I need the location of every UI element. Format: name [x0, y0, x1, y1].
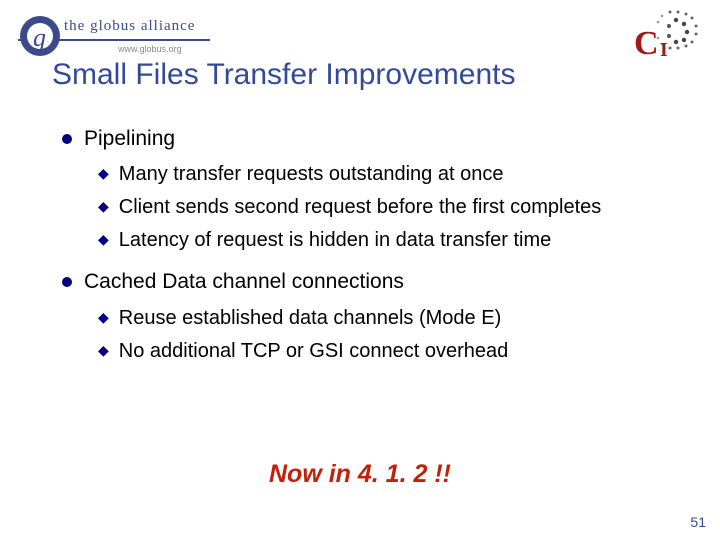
globus-text: the globus alliance: [64, 18, 195, 34]
ci-logo: C I: [632, 6, 706, 67]
callout-text: Now in 4. 1. 2 !!: [0, 460, 720, 489]
sub-bullet-text: Latency of request is hidden in data tra…: [119, 225, 551, 256]
globus-url: www.globus.org: [117, 44, 182, 54]
arrow-icon: ◆: [98, 231, 109, 248]
bullet-label: Pipelining: [84, 125, 175, 153]
sub-bullet: ◆ No additional TCP or GSI connect overh…: [98, 336, 662, 367]
globus-logo-svg: g the globus alliance www.globus.org: [10, 8, 210, 58]
page-number: 51: [690, 514, 706, 530]
sub-bullet-text: No additional TCP or GSI connect overhea…: [119, 336, 509, 367]
globus-logo: g the globus alliance www.globus.org: [10, 8, 210, 63]
bullet-cached: Cached Data channel connections: [62, 268, 662, 296]
bullet-label: Cached Data channel connections: [84, 268, 404, 296]
arrow-icon: ◆: [98, 165, 109, 182]
arrow-icon: ◆: [98, 198, 109, 215]
bullet-pipelining: Pipelining: [62, 125, 662, 153]
bullet-dot-icon: [62, 277, 72, 287]
ci-i-letter: I: [660, 39, 668, 61]
content-body: Pipelining ◆ Many transfer requests outs…: [62, 125, 662, 369]
header: g the globus alliance www.globus.org: [0, 0, 720, 60]
ci-logo-svg: C I: [632, 6, 706, 62]
slide-title: Small Files Transfer Improvements: [52, 58, 515, 92]
arrow-icon: ◆: [98, 309, 109, 326]
slide: g the globus alliance www.globus.org: [0, 0, 720, 540]
sub-bullet: ◆ Many transfer requests outstanding at …: [98, 159, 662, 190]
sub-bullet: ◆ Reuse established data channels (Mode …: [98, 303, 662, 334]
ci-c-letter: C: [634, 25, 659, 62]
sub-bullet-text: Client sends second request before the f…: [119, 192, 601, 223]
sub-bullet: ◆ Latency of request is hidden in data t…: [98, 225, 662, 256]
bullet-dot-icon: [62, 134, 72, 144]
spacer: [62, 258, 662, 268]
globus-g-letter: g: [33, 23, 46, 52]
sub-bullet-text: Reuse established data channels (Mode E): [119, 303, 501, 334]
sub-bullet: ◆ Client sends second request before the…: [98, 192, 662, 223]
sub-bullet-text: Many transfer requests outstanding at on…: [119, 159, 504, 190]
arrow-icon: ◆: [98, 342, 109, 359]
